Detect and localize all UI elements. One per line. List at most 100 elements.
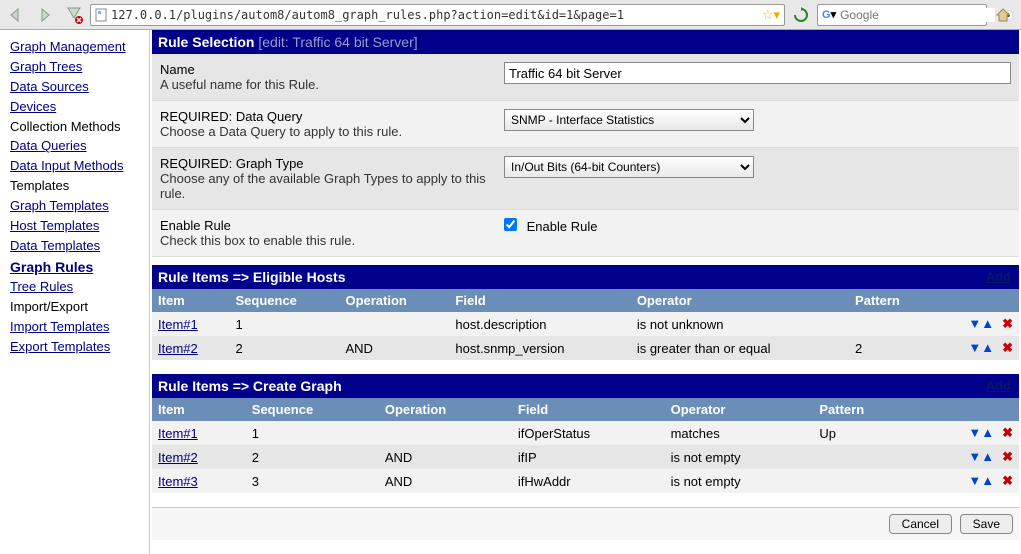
- table-row: Item#33ANDifHwAddris not empty▼▲✖: [152, 469, 1019, 493]
- item-link[interactable]: Item#1: [158, 426, 198, 441]
- move-up-icon[interactable]: ▲: [981, 473, 994, 488]
- col-op: Operation: [339, 289, 449, 312]
- graph-type-desc: Choose any of the available Graph Types …: [160, 171, 500, 201]
- op-cell: AND: [379, 469, 512, 493]
- browser-toolbar: ☆▾ G▾ 👀: [0, 0, 1021, 30]
- seq-cell: 2: [246, 445, 379, 469]
- oper-cell: is not empty: [665, 445, 814, 469]
- move-up-icon[interactable]: ▲: [981, 449, 994, 464]
- sidebar-item[interactable]: Graph Templates: [10, 198, 139, 215]
- enable-checkbox[interactable]: [504, 218, 517, 231]
- field-cell: ifOperStatus: [512, 421, 665, 445]
- move-down-icon[interactable]: ▼: [968, 425, 981, 440]
- sidebar-item[interactable]: Tree Rules: [10, 279, 139, 296]
- form-row-data-query: REQUIRED: Data Query Choose a Data Query…: [152, 101, 1019, 148]
- col-actions: [934, 289, 1019, 312]
- move-down-icon[interactable]: ▼: [968, 473, 981, 488]
- name-title: Name: [160, 62, 500, 77]
- data-query-select[interactable]: SNMP - Interface Statistics: [504, 109, 754, 131]
- sidebar-item[interactable]: Import Templates: [10, 319, 139, 336]
- form-row-name: Name A useful name for this Rule.: [152, 54, 1019, 101]
- google-icon: G▾: [822, 8, 836, 21]
- form-row-graph-type: REQUIRED: Graph Type Choose any of the a…: [152, 148, 1019, 210]
- field-cell: host.snmp_version: [449, 336, 630, 360]
- page-icon: [95, 8, 107, 22]
- sidebar-item[interactable]: Host Templates: [10, 218, 139, 235]
- create-graph-table: Item Sequence Operation Field Operator P…: [152, 398, 1019, 493]
- move-down-icon[interactable]: ▼: [968, 449, 981, 464]
- item-link[interactable]: Item#1: [158, 317, 198, 332]
- oper-cell: is not unknown: [631, 312, 849, 336]
- main-content: Rule Selection [edit: Traffic 64 bit Ser…: [150, 30, 1021, 554]
- move-up-icon[interactable]: ▲: [981, 340, 994, 355]
- col-item: Item: [152, 289, 230, 312]
- col-pattern: Pattern: [849, 289, 934, 312]
- delete-icon[interactable]: ✖: [1002, 449, 1013, 464]
- home-button[interactable]: [991, 4, 1015, 26]
- button-row: Cancel Save: [152, 507, 1019, 540]
- col-field: Field: [449, 289, 630, 312]
- sidebar: Graph Management Graph Trees Data Sources D…: [0, 30, 150, 554]
- field-cell: ifIP: [512, 445, 665, 469]
- sidebar-item: Import/Export: [10, 299, 139, 316]
- name-input[interactable]: [504, 62, 1011, 84]
- sidebar-item[interactable]: Data Queries: [10, 138, 139, 155]
- bookmark-star-icon[interactable]: ☆▾: [762, 7, 780, 23]
- eligible-add-link[interactable]: Add: [986, 269, 1011, 284]
- sidebar-item[interactable]: Data Input Methods: [10, 158, 139, 175]
- item-link[interactable]: Item#2: [158, 341, 198, 356]
- reload-button[interactable]: [789, 4, 813, 26]
- eligible-hosts-table: Item Sequence Operation Field Operator P…: [152, 289, 1019, 360]
- sidebar-item[interactable]: Data Sources: [10, 79, 139, 96]
- stop-download-button[interactable]: [62, 4, 86, 26]
- back-button[interactable]: [6, 4, 30, 26]
- create-add-link[interactable]: Add: [986, 378, 1011, 393]
- pattern-cell: Up: [813, 421, 916, 445]
- save-button[interactable]: Save: [960, 514, 1013, 534]
- pattern-cell: [813, 469, 916, 493]
- op-cell: [379, 421, 512, 445]
- search-box[interactable]: G▾ 👀: [817, 4, 987, 26]
- oper-cell: matches: [665, 421, 814, 445]
- sidebar-item[interactable]: Graph Trees: [10, 59, 139, 76]
- move-up-icon[interactable]: ▲: [981, 425, 994, 440]
- col-oper: Operator: [631, 289, 849, 312]
- seq-cell: 2: [230, 336, 340, 360]
- cancel-button[interactable]: Cancel: [889, 514, 952, 534]
- col-seq: Sequence: [230, 289, 340, 312]
- delete-icon[interactable]: ✖: [1002, 473, 1013, 488]
- delete-icon[interactable]: ✖: [1002, 340, 1013, 355]
- sidebar-item[interactable]: Graph Rules: [10, 258, 139, 276]
- graph-type-select[interactable]: In/Out Bits (64-bit Counters): [504, 156, 754, 178]
- op-cell: AND: [339, 336, 449, 360]
- rule-selection-header: Rule Selection [edit: Traffic 64 bit Ser…: [152, 30, 1019, 54]
- search-input[interactable]: [840, 8, 995, 22]
- item-link[interactable]: Item#2: [158, 450, 198, 465]
- forward-button[interactable]: [34, 4, 58, 26]
- seq-cell: 1: [246, 421, 379, 445]
- sidebar-item: Collection Methods: [10, 119, 139, 136]
- url-input[interactable]: [111, 8, 758, 22]
- pattern-cell: [813, 445, 916, 469]
- col-seq: Sequence: [246, 398, 379, 421]
- field-cell: host.description: [449, 312, 630, 336]
- col-actions: [916, 398, 1019, 421]
- pattern-cell: [849, 312, 934, 336]
- col-op: Operation: [379, 398, 512, 421]
- delete-icon[interactable]: ✖: [1002, 425, 1013, 440]
- form-row-enable: Enable Rule Check this box to enable thi…: [152, 210, 1019, 257]
- table-row: Item#22ANDhost.snmp_versionis greater th…: [152, 336, 1019, 360]
- eligible-hosts-header: Rule Items => Eligible Hosts Add: [152, 265, 1019, 289]
- delete-icon[interactable]: ✖: [1002, 316, 1013, 331]
- col-pattern: Pattern: [813, 398, 916, 421]
- sidebar-item[interactable]: Data Templates: [10, 238, 139, 255]
- sidebar-item[interactable]: Devices: [10, 99, 139, 116]
- sidebar-item[interactable]: Graph Management: [10, 39, 139, 56]
- move-down-icon[interactable]: ▼: [968, 340, 981, 355]
- move-down-icon[interactable]: ▼: [968, 316, 981, 331]
- url-bar[interactable]: ☆▾: [90, 4, 785, 26]
- item-link[interactable]: Item#3: [158, 474, 198, 489]
- create-graph-header: Rule Items => Create Graph Add: [152, 374, 1019, 398]
- move-up-icon[interactable]: ▲: [981, 316, 994, 331]
- sidebar-item[interactable]: Export Templates: [10, 339, 139, 356]
